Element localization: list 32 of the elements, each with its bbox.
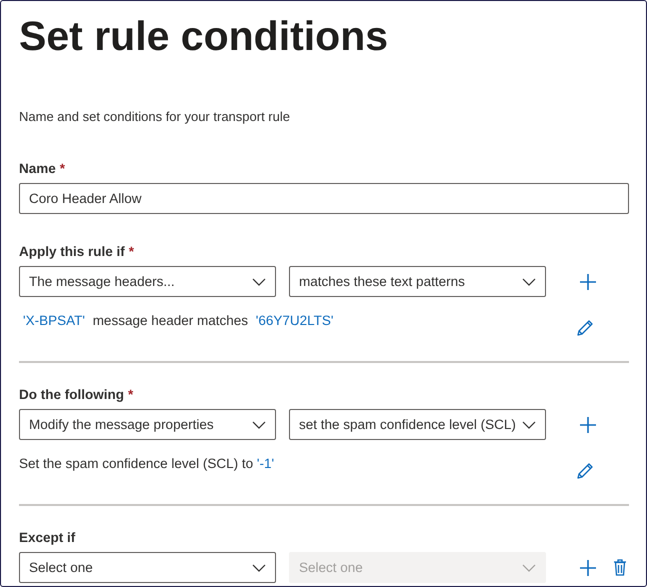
chevron-icon	[522, 420, 536, 428]
chevron-icon	[252, 420, 266, 428]
chevron-icon	[522, 564, 536, 572]
dropdown[interactable]: The message headers...	[19, 266, 276, 297]
required-mark: *	[128, 244, 134, 259]
delete-icon[interactable]	[613, 559, 627, 576]
value-link[interactable]: '66Y7U2LTS'	[252, 313, 338, 328]
dropdown[interactable]: set the spam confidence level (SCL)	[289, 409, 546, 440]
value-link[interactable]: 'X-BPSAT'	[19, 313, 89, 328]
name-field[interactable]: Coro Header Allow	[19, 183, 629, 214]
chevron-icon	[252, 278, 266, 286]
field-label: Name	[19, 161, 56, 176]
dropdown[interactable]: Select one	[19, 552, 276, 583]
required-mark: *	[128, 387, 134, 402]
dropdown[interactable]: matches these text patterns	[289, 266, 546, 297]
condition-summary: Set the spam confidence level (SCL) to '-1'	[19, 456, 274, 471]
add-icon[interactable]	[579, 272, 597, 290]
section-label: Except if	[19, 530, 76, 545]
section-label: Do the following	[19, 387, 124, 402]
add-icon[interactable]	[579, 558, 597, 576]
description: Name and set conditions for your transport rule	[19, 109, 291, 124]
edit-icon[interactable]	[576, 462, 594, 480]
chevron-icon	[252, 564, 266, 572]
condition-summary: 'X-BPSAT' message header matches '66Y7U2LTS'	[19, 313, 338, 328]
dropdown[interactable]: Modify the message properties	[19, 409, 276, 440]
chevron-icon	[522, 278, 536, 286]
add-icon[interactable]	[579, 416, 597, 434]
edit-icon[interactable]	[576, 319, 594, 337]
value-link[interactable]: '-1'	[256, 456, 274, 471]
page-title: Set rule conditions	[19, 12, 390, 61]
section-label: Apply this rule if	[19, 244, 125, 259]
required-mark: *	[60, 161, 66, 176]
